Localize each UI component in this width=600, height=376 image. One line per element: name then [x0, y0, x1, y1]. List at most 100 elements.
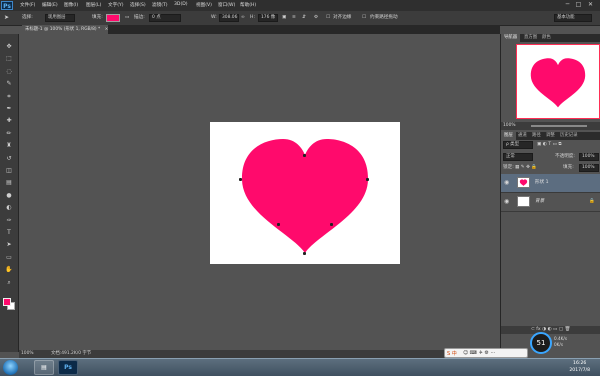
- tool-type-icon[interactable]: T: [3, 228, 15, 237]
- navigator-zoom-slider[interactable]: [531, 125, 587, 127]
- navigator-thumbnail[interactable]: [516, 44, 600, 119]
- path-anchor-point[interactable]: [239, 178, 242, 181]
- menu-window[interactable]: 窗口(W): [218, 2, 235, 8]
- path-anchor-point[interactable]: [303, 154, 306, 157]
- tool-eraser-icon[interactable]: ◫: [3, 166, 15, 175]
- tool-history-brush-icon[interactable]: ↺: [3, 154, 15, 163]
- menu-edit[interactable]: 编辑(E): [42, 2, 58, 8]
- system-clock[interactable]: 16:26 2017/7/8: [569, 360, 590, 374]
- select-dropdown[interactable]: 现用图层: [45, 14, 75, 22]
- menu-filter[interactable]: 滤镜(T): [152, 2, 168, 8]
- tool-crop-icon[interactable]: ⌗: [3, 92, 15, 101]
- tool-shape-icon[interactable]: ▭: [3, 253, 15, 262]
- link-icon[interactable]: ∞: [241, 14, 245, 22]
- layer-name: 背景: [535, 199, 545, 204]
- menu-layer[interactable]: 图层(L): [86, 2, 101, 8]
- document-tab-close-icon[interactable]: ×: [105, 27, 109, 32]
- cpu-usage-gauge[interactable]: 51: [530, 332, 552, 354]
- layer-row-background[interactable]: ◉ 背景 🔒: [501, 193, 600, 212]
- photoshop-taskbar-icon[interactable]: Ps: [58, 360, 78, 375]
- stroke-swatch-icon[interactable]: ▭: [125, 14, 129, 22]
- start-button[interactable]: [3, 360, 18, 375]
- navigator-zoom-value[interactable]: 100%: [503, 122, 516, 130]
- tab-paths[interactable]: 路径: [529, 132, 544, 140]
- tab-history[interactable]: 历史记录: [557, 132, 581, 140]
- close-button[interactable]: ✕: [586, 1, 595, 9]
- layer-row-shape[interactable]: ◉ 形状 1: [501, 174, 600, 193]
- path-anchor-point[interactable]: [277, 223, 280, 226]
- path-ops-icon[interactable]: ▣: [282, 14, 286, 22]
- height-field[interactable]: 176 像: [258, 14, 278, 22]
- fill-opacity-field[interactable]: 100%: [579, 164, 599, 172]
- menu-file[interactable]: 文件(F): [20, 2, 35, 8]
- constrain-path-checkbox[interactable]: ☐: [362, 14, 366, 22]
- tools-panel: ✥ ⬚ ◌ ✎ ⌗ ✒ ✚ ✏ ♜ ↺ ◫ ▤ ● ◐ ✑ T ➤ ▭ ✋ ⌕: [0, 34, 19, 352]
- layer-filter-icons[interactable]: ▣ ◐ T ▭ ⧉: [537, 141, 562, 149]
- layer-filter-dropdown[interactable]: ρ 类型: [503, 141, 533, 149]
- align-edges-checkbox[interactable]: ☐: [326, 14, 330, 22]
- maximize-button[interactable]: □: [574, 1, 583, 9]
- document-canvas[interactable]: [210, 122, 400, 264]
- menu-view[interactable]: 视图(V): [196, 2, 212, 8]
- tab-histogram[interactable]: 直方图: [521, 34, 540, 42]
- heart-shape[interactable]: [210, 122, 400, 264]
- input-method-toolbar[interactable]: S 中 ☺ ⌨ ✈ ⚙ ⋯: [444, 348, 528, 358]
- layer-thumbnail: [517, 196, 530, 207]
- blend-mode-dropdown[interactable]: 正常: [503, 153, 533, 161]
- path-arrange-icon[interactable]: ⇵: [302, 14, 306, 22]
- menu-3d[interactable]: 3D(D): [174, 2, 188, 7]
- tab-layers[interactable]: 图层: [501, 132, 516, 140]
- fill-color-swatch[interactable]: [106, 14, 120, 22]
- tool-path-select-icon[interactable]: ➤: [3, 240, 15, 249]
- width-field[interactable]: 308.06: [219, 14, 239, 22]
- ime-icons[interactable]: ☺ ⌨ ✈ ⚙ ⋯: [463, 350, 495, 356]
- tool-gradient-icon[interactable]: ▤: [3, 178, 15, 187]
- menu-type[interactable]: 文字(Y): [108, 2, 124, 8]
- tool-zoom-icon[interactable]: ⌕: [3, 278, 15, 287]
- layer-name: 形状 1: [535, 180, 549, 185]
- zoom-level[interactable]: 100%: [21, 350, 34, 358]
- tool-healing-icon[interactable]: ✚: [3, 116, 15, 125]
- right-panels: 导航器 直方图 颜色 100% 图层 通道 路径 调整 历史记录 ρ 类型 ▣ …: [500, 34, 600, 358]
- tool-brush-icon[interactable]: ✏: [3, 129, 15, 138]
- tool-quick-select-icon[interactable]: ✎: [3, 79, 15, 88]
- eye-icon[interactable]: ◉: [504, 199, 511, 205]
- path-select-tool-icon[interactable]: ➤: [4, 14, 9, 22]
- layer-heart-thumb: [519, 179, 528, 186]
- minimize-button[interactable]: ─: [563, 1, 572, 9]
- document-tab[interactable]: 未标题-1 @ 100% (形状 1, RGB/8) * ×: [22, 25, 108, 34]
- tool-eyedropper-icon[interactable]: ✒: [3, 104, 15, 113]
- tool-hand-icon[interactable]: ✋: [3, 265, 15, 274]
- tab-adjustments[interactable]: 调整: [543, 132, 558, 140]
- menu-image[interactable]: 图像(I): [64, 2, 78, 8]
- opacity-field[interactable]: 100%: [579, 153, 599, 161]
- path-anchor-point[interactable]: [330, 223, 333, 226]
- tool-lasso-icon[interactable]: ◌: [3, 67, 15, 76]
- settings-gear-icon[interactable]: ⚙: [314, 14, 318, 22]
- menu-help[interactable]: 帮助(H): [240, 2, 256, 8]
- lock-icon: 🔒: [589, 199, 595, 204]
- tool-blur-icon[interactable]: ●: [3, 191, 15, 200]
- tool-marquee-icon[interactable]: ⬚: [3, 54, 15, 63]
- navigator-panel-header: 导航器 直方图 颜色: [501, 34, 600, 42]
- stroke-width-field[interactable]: 0 点: [149, 14, 181, 22]
- path-anchor-point[interactable]: [366, 178, 369, 181]
- foreground-color-swatch[interactable]: [3, 298, 11, 306]
- options-bar: ➤ 选择: 现用图层 填充: ▭ 描边: 0 点 W: 308.06 ∞ H: …: [0, 11, 600, 26]
- tool-pen-icon[interactable]: ✑: [3, 216, 15, 225]
- explorer-taskbar-icon[interactable]: ▤: [34, 360, 54, 375]
- tool-move-icon[interactable]: ✥: [3, 42, 15, 51]
- path-align-icon[interactable]: ≡: [292, 14, 296, 22]
- constrain-path-label: 约束路径拖动: [370, 15, 398, 20]
- tab-color[interactable]: 颜色: [539, 34, 554, 42]
- tool-dodge-icon[interactable]: ◐: [3, 203, 15, 212]
- path-anchor-point[interactable]: [303, 252, 306, 255]
- workspace-dropdown[interactable]: 基本功能: [554, 14, 592, 22]
- menu-select[interactable]: 选择(S): [130, 2, 146, 8]
- tab-channels[interactable]: 通道: [515, 132, 530, 140]
- tab-navigator[interactable]: 导航器: [501, 34, 521, 42]
- tool-stamp-icon[interactable]: ♜: [3, 141, 15, 150]
- lock-icons[interactable]: ▦ ✎ ✥ 🔒: [515, 164, 537, 172]
- width-label: W:: [211, 15, 217, 20]
- eye-icon[interactable]: ◉: [504, 180, 511, 186]
